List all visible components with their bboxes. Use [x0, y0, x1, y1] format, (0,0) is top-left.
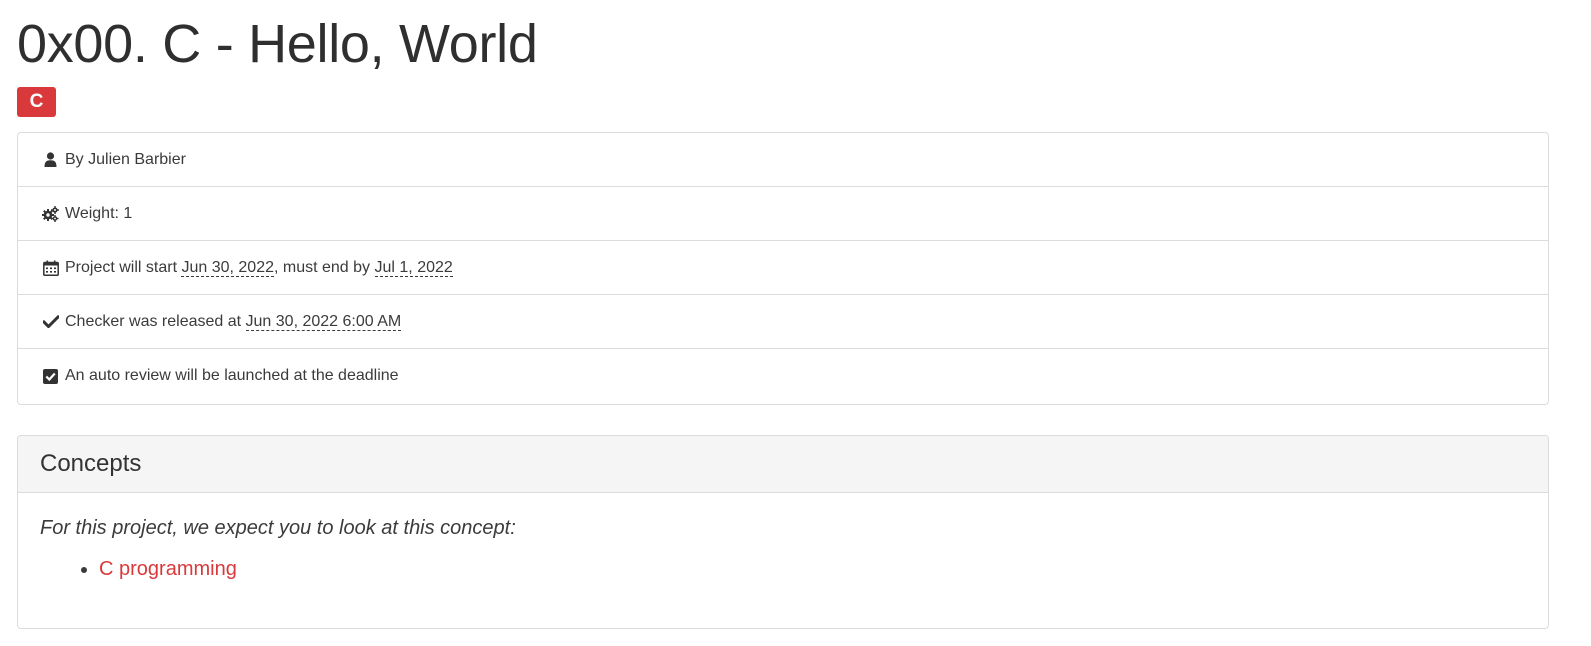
checkbox-icon: [42, 368, 59, 385]
calendar-icon: [42, 259, 59, 276]
auto-review-text: An auto review will be launched at the d…: [65, 367, 399, 384]
author-row: By Julien Barbier: [18, 133, 1548, 187]
concept-list: C programming: [40, 558, 1526, 581]
weight-row: Weight: 1: [18, 187, 1548, 241]
checker-row: Checker was released at Jun 30, 2022 6:0…: [18, 295, 1548, 349]
concepts-panel: Concepts For this project, we expect you…: [17, 435, 1549, 629]
concepts-body: For this project, we expect you to look …: [18, 493, 1548, 581]
concepts-heading: Concepts: [18, 436, 1548, 493]
concepts-intro: For this project, we expect you to look …: [40, 517, 516, 539]
page-title: 0x00. C - Hello, World: [17, 14, 538, 74]
user-icon: [42, 151, 59, 168]
gears-icon: [42, 205, 59, 222]
schedule-prefix: Project will start: [65, 258, 182, 276]
list-item: C programming: [99, 558, 1526, 581]
project-page: 0x00. C - Hello, World C By Julien Barbi…: [0, 0, 1591, 646]
checker-date: Jun 30, 2022 6:00 AM: [245, 312, 402, 331]
check-icon: [42, 313, 59, 330]
project-meta-panel: By Julien Barbier Weight: 1 Project will…: [17, 132, 1549, 405]
weight-text: Weight: 1: [65, 204, 133, 222]
checker-prefix: Checker was released at: [65, 312, 246, 330]
start-date: Jun 30, 2022: [181, 258, 274, 277]
author-text: By Julien Barbier: [65, 150, 186, 168]
concept-link-c-programming[interactable]: C programming: [99, 558, 237, 580]
schedule-middle: , must end by: [274, 258, 375, 276]
end-date: Jul 1, 2022: [374, 258, 453, 277]
schedule-row: Project will start Jun 30, 2022 , must e…: [18, 241, 1548, 295]
language-badge[interactable]: C: [17, 87, 56, 117]
auto-review-row: An auto review will be launched at the d…: [18, 349, 1548, 403]
